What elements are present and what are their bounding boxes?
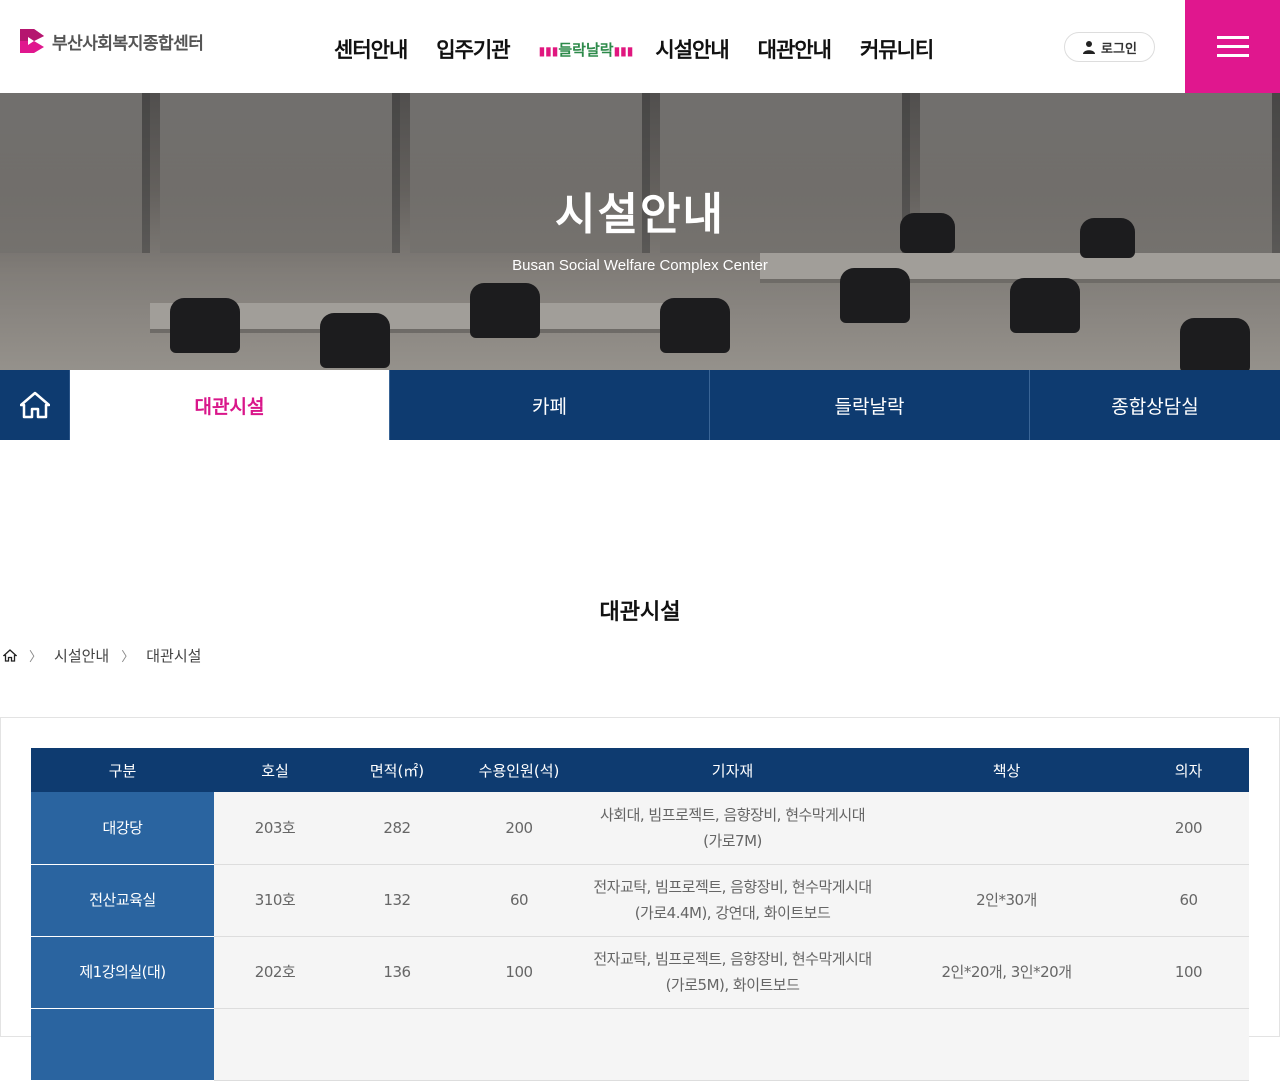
- col-header: 구분: [31, 748, 214, 792]
- rental-facility-table: 구분 호실 면적(㎡) 수용인원(석) 기자재 책상 의자 대강당 203호 2…: [31, 748, 1249, 1081]
- col-header: 호실: [214, 748, 336, 792]
- row-facility-name: [31, 1008, 214, 1081]
- cell-empty: [458, 1008, 580, 1081]
- cell-desk: 2인*20개, 3인*20개: [885, 936, 1128, 1009]
- login-button[interactable]: 로그인: [1064, 32, 1155, 62]
- col-header: 의자: [1128, 748, 1249, 792]
- table-header-row: 구분 호실 면적(㎡) 수용인원(석) 기자재 책상 의자: [31, 748, 1249, 792]
- equipment-line: (가로5M), 화이트보드: [665, 976, 800, 994]
- hamburger-menu-button[interactable]: [1185, 0, 1280, 93]
- col-header: 기자재: [580, 748, 885, 792]
- cell-capacity: 200: [458, 792, 580, 865]
- tab-cafe[interactable]: 카페: [390, 370, 710, 440]
- cell-empty: [1128, 1008, 1249, 1081]
- chevron-right-icon: 〉: [29, 650, 43, 665]
- home-icon: [19, 391, 50, 419]
- cell-equipment: 사회대, 빔프로젝트, 음향장비, 현수막게시대 (가로7M): [580, 792, 885, 865]
- cell-desk: 2인*30개: [885, 864, 1128, 937]
- table-row: 제1강의실(대) 202호 136 100 전자교탁, 빔프로젝트, 음향장비,…: [31, 936, 1249, 1009]
- cell-empty: [214, 1008, 336, 1081]
- cell-room: 310호: [214, 864, 336, 937]
- sub-nav-tabs: 대관시설 카페 들락날락 종합상담실: [0, 370, 1280, 440]
- hero-title: 시설안내: [555, 189, 725, 240]
- hamburger-icon: [1216, 54, 1249, 57]
- col-header: 면적(㎡): [336, 748, 458, 792]
- home-tab-button[interactable]: [0, 370, 70, 440]
- cell-chair: 200: [1128, 792, 1249, 865]
- nav-rental-info[interactable]: 대관안내: [758, 34, 832, 64]
- login-label: 로그인: [1101, 41, 1137, 57]
- cell-equipment: 전자교탁, 빔프로젝트, 음향장비, 현수막게시대 (가로5M), 화이트보드: [580, 936, 885, 1009]
- tab-rental-facility[interactable]: 대관시설: [70, 370, 390, 440]
- row-facility-name: 대강당: [31, 792, 214, 865]
- table-row-partial: [31, 1008, 1249, 1081]
- cell-room: 203호: [214, 792, 336, 865]
- cell-chair: 60: [1128, 864, 1249, 937]
- hero-banner: 시설안내 Busan Social Welfare Complex Center: [0, 93, 1280, 370]
- site-header: 부산사회복지종합센터 센터안내 입주기관 ▮▮▮들락날락▮▮▮ 시설안내 대관안…: [0, 0, 1280, 93]
- tab-counseling-room[interactable]: 종합상담실: [1030, 370, 1280, 440]
- nav-center-info[interactable]: 센터안내: [334, 34, 408, 64]
- cell-area: 132: [336, 864, 458, 937]
- equipment-line: 전자교탁, 빔프로젝트, 음향장비, 현수막게시대: [593, 878, 872, 896]
- cell-room: 202호: [214, 936, 336, 1009]
- logo-mark-icon: [20, 29, 44, 53]
- chevron-right-icon: 〉: [121, 650, 135, 665]
- nav-tenants[interactable]: 입주기관: [436, 34, 510, 64]
- cell-empty: [885, 1008, 1128, 1081]
- site-logo[interactable]: 부산사회복지종합센터: [18, 27, 204, 55]
- col-header: 수용인원(석): [458, 748, 580, 792]
- main-nav: 센터안내 입주기관 ▮▮▮들락날락▮▮▮ 시설안내 대관안내 커뮤니티: [334, 34, 962, 64]
- equipment-line: 전자교탁, 빔프로젝트, 음향장비, 현수막게시대: [593, 950, 872, 968]
- user-icon: [1083, 41, 1096, 54]
- cell-area: 136: [336, 936, 458, 1009]
- logo-text: 부산사회복지종합센터: [52, 33, 204, 54]
- cell-desk: [885, 792, 1128, 865]
- hero-subtitle: Busan Social Welfare Complex Center: [512, 257, 768, 274]
- brand-nav-label: 들락날락: [558, 40, 614, 59]
- equipment-line: (가로4.4M), 강연대, 화이트보드: [634, 904, 831, 922]
- cell-capacity: 100: [458, 936, 580, 1009]
- nav-dullak-nallak[interactable]: ▮▮▮들락날락▮▮▮: [539, 39, 634, 60]
- hamburger-icon: [1216, 45, 1249, 48]
- table-row: 대강당 203호 282 200 사회대, 빔프로젝트, 음향장비, 현수막게시…: [31, 792, 1249, 865]
- tab-dullak-nallak[interactable]: 들락날락: [710, 370, 1030, 440]
- cell-equipment: 전자교탁, 빔프로젝트, 음향장비, 현수막게시대 (가로4.4M), 강연대, …: [580, 864, 885, 937]
- page-title: 대관시설: [599, 600, 681, 625]
- cell-capacity: 60: [458, 864, 580, 937]
- row-facility-name: 제1강의실(대): [31, 936, 214, 1009]
- breadcrumb-home-icon[interactable]: [3, 649, 17, 662]
- cell-empty: [580, 1008, 885, 1081]
- cell-area: 282: [336, 792, 458, 865]
- breadcrumb-item[interactable]: 시설안내: [54, 645, 109, 666]
- table-row: 전산교육실 310호 132 60 전자교탁, 빔프로젝트, 음향장비, 현수막…: [31, 864, 1249, 937]
- nav-community[interactable]: 커뮤니티: [860, 34, 934, 64]
- equipment-line: (가로7M): [703, 831, 762, 850]
- row-facility-name: 전산교육실: [31, 864, 214, 937]
- cell-empty: [336, 1008, 458, 1081]
- breadcrumb: 〉 시설안내 〉 대관시설: [3, 645, 201, 666]
- nav-facility-info[interactable]: 시설안내: [655, 34, 729, 64]
- cell-chair: 100: [1128, 936, 1249, 1009]
- col-header: 책상: [885, 748, 1128, 792]
- brand-dots-icon: ▮▮▮: [538, 43, 559, 58]
- breadcrumb-item-current: 대관시설: [146, 647, 202, 665]
- equipment-line: 사회대, 빔프로젝트, 음향장비, 현수막게시대: [599, 805, 866, 824]
- brand-dots-icon: ▮▮▮: [613, 43, 634, 58]
- hamburger-icon: [1216, 36, 1249, 39]
